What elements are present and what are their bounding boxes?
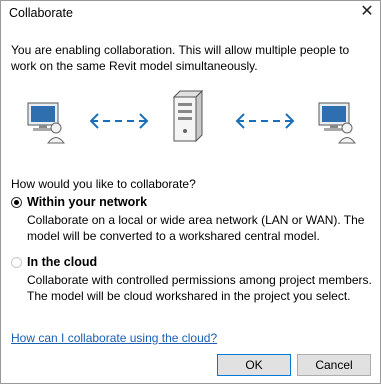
- cancel-button[interactable]: Cancel: [297, 354, 371, 376]
- help-link[interactable]: How can I collaborate using the cloud?: [11, 331, 217, 345]
- radio-within-network[interactable]: [11, 197, 22, 208]
- question-label: How would you like to collaborate?: [11, 177, 196, 191]
- user-computer-icon: [27, 102, 65, 144]
- ok-button[interactable]: OK: [217, 354, 291, 376]
- option-description: Collaborate on a local or wide area netw…: [27, 213, 365, 243]
- radio-in-cloud[interactable]: [11, 257, 22, 268]
- server-icon: [172, 89, 204, 143]
- collaboration-illustration: [27, 89, 356, 144]
- double-arrow-icon: [89, 113, 149, 129]
- collaborate-dialog: Collaborate ✕ You are enabling collabora…: [0, 0, 381, 384]
- user-computer-icon: [318, 102, 356, 144]
- option-title: Within your network: [27, 195, 148, 209]
- option-title: In the cloud: [27, 255, 98, 269]
- option-description: Collaborate with controlled permissions …: [27, 273, 372, 303]
- double-arrow-icon: [235, 113, 295, 129]
